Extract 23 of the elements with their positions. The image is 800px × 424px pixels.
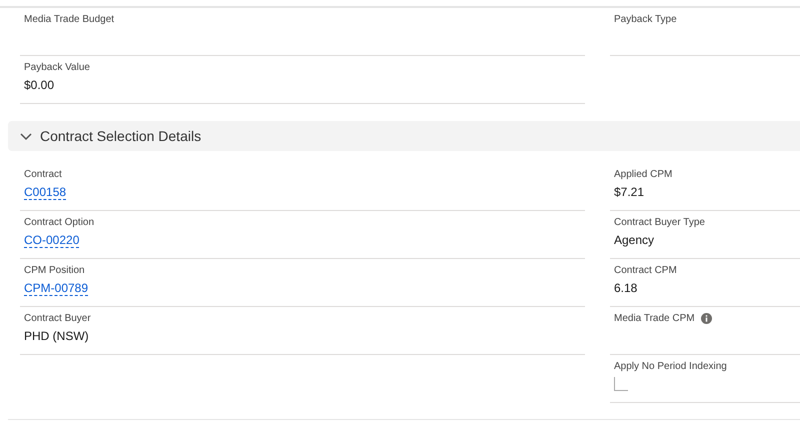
field-value: 6.18 [614, 281, 638, 295]
field-label: Payback Value [24, 62, 90, 73]
field-label: Applied CPM [614, 169, 672, 180]
field-label: Contract Buyer Type [614, 217, 705, 228]
record-link[interactable]: C00158 [24, 185, 66, 200]
record-link[interactable]: CO-00220 [24, 233, 80, 248]
field-label: Contract CPM [614, 265, 677, 276]
field-label: Contract Option [24, 217, 94, 228]
section-header[interactable]: Contract Selection Details [8, 121, 800, 151]
field-label: Payback Type [614, 14, 677, 25]
field-value: PHD (NSW) [24, 329, 90, 343]
field-value: $7.21 [614, 185, 646, 199]
field-label: Contract [24, 169, 62, 180]
field-value: Agency [614, 233, 656, 247]
field-value: $0.00 [24, 78, 56, 92]
field-label: Media Trade Budget [24, 14, 114, 25]
field-label: Contract Buyer [24, 313, 91, 324]
field-label: Media Trade CPM [614, 313, 695, 324]
info-icon[interactable] [700, 313, 712, 324]
record-link[interactable]: CPM-00789 [24, 281, 88, 296]
checkbox[interactable] [614, 377, 628, 391]
field-label: CPM Position [24, 265, 85, 276]
field-label: Apply No Period Indexing [614, 361, 727, 372]
